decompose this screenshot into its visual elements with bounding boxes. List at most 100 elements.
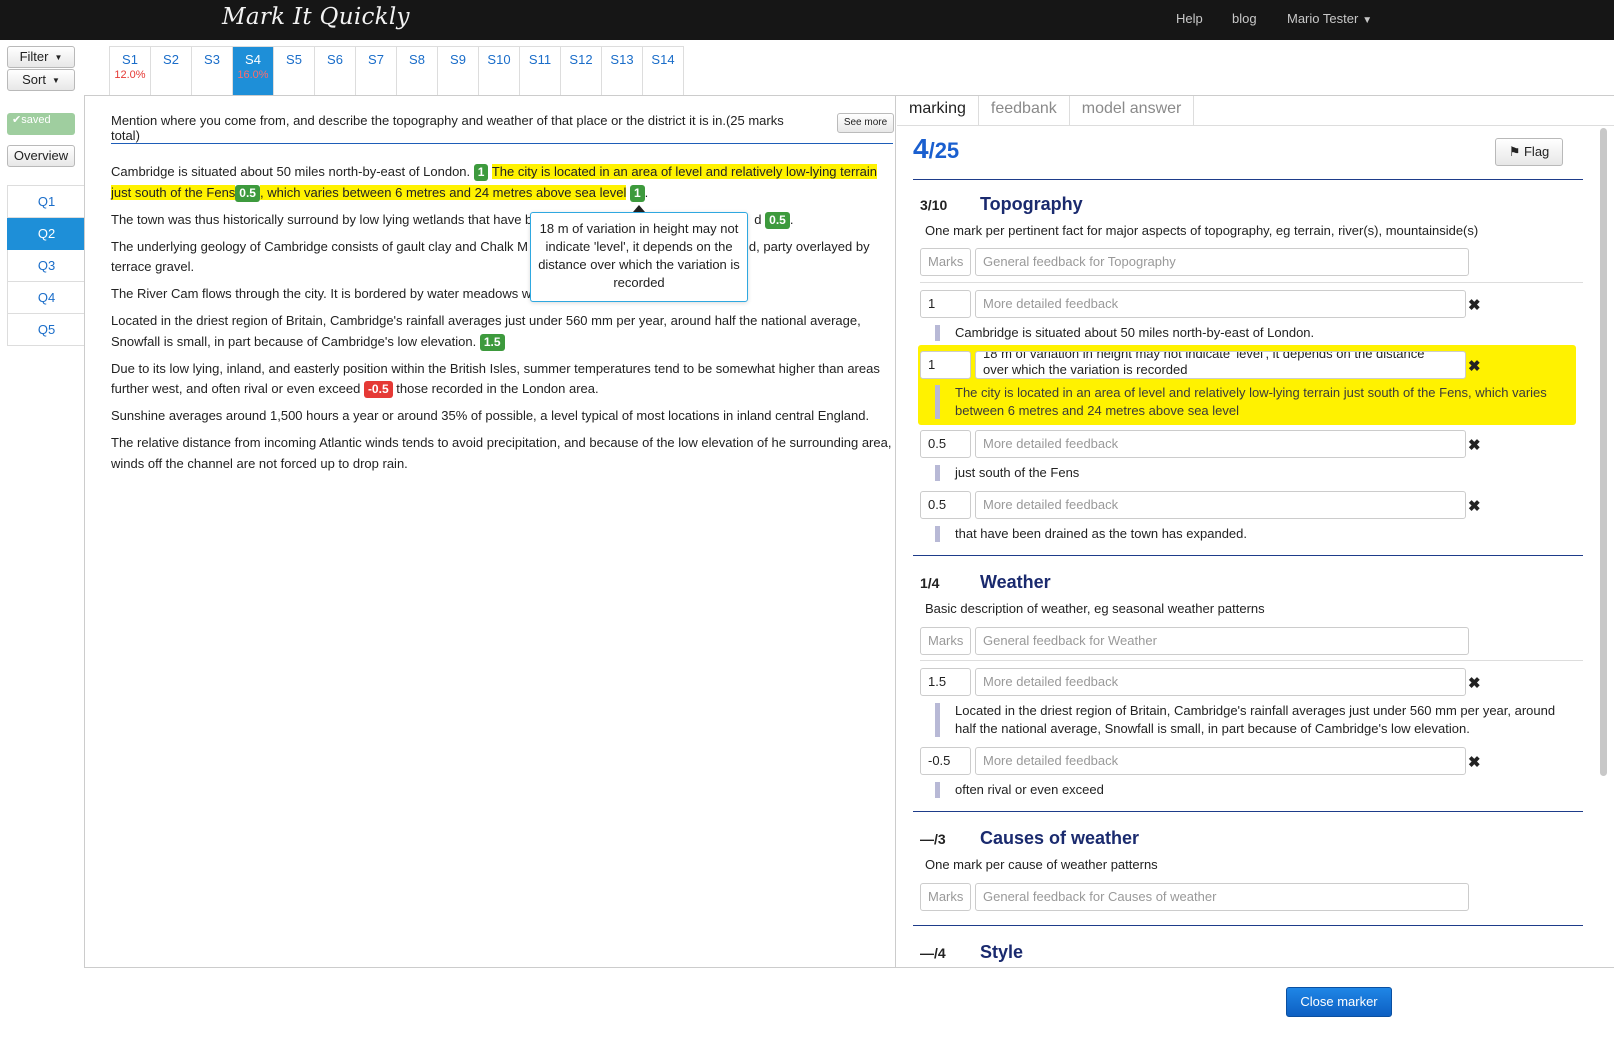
student-tab[interactable]: S9 bbox=[438, 46, 479, 95]
filter-button[interactable]: Filter ▼ bbox=[7, 46, 75, 68]
remove-icon[interactable]: ✖ bbox=[1468, 357, 1481, 375]
section-score: —/4 bbox=[920, 945, 946, 961]
close-marker-button[interactable]: Close marker bbox=[1286, 987, 1392, 1017]
sort-button[interactable]: Sort ▼ bbox=[7, 69, 75, 91]
student-tab[interactable]: S5 bbox=[274, 46, 315, 95]
detailed-feedback-input[interactable]: More detailed feedback bbox=[975, 430, 1466, 458]
student-tab-label: S10 bbox=[487, 52, 511, 67]
check-icon: ✔ bbox=[12, 114, 22, 126]
section-description: Basic description of weather, eg seasona… bbox=[925, 601, 1265, 616]
filter-label: Filter bbox=[19, 49, 49, 64]
remove-icon[interactable]: ✖ bbox=[1468, 753, 1481, 771]
scrollbar[interactable] bbox=[1600, 128, 1607, 776]
student-tab[interactable]: S4 16.0% bbox=[233, 46, 274, 95]
remove-icon[interactable]: ✖ bbox=[1468, 296, 1481, 314]
remove-icon[interactable]: ✖ bbox=[1468, 674, 1481, 692]
section-title: Weather bbox=[980, 572, 1051, 592]
student-tab[interactable]: S12 bbox=[561, 46, 602, 95]
flag-label: Flag bbox=[1523, 144, 1550, 159]
answer-text: The town was thus historically surround … bbox=[111, 211, 533, 227]
student-tab-percent: 16.0% bbox=[237, 69, 269, 81]
item-marks-input[interactable]: 1 bbox=[920, 351, 971, 379]
answer-text: The relative distance from incoming Atla… bbox=[111, 435, 892, 471]
quoted-answer: The city is located in an area of level … bbox=[935, 384, 1555, 420]
remove-icon[interactable]: ✖ bbox=[1468, 436, 1481, 454]
help-link[interactable]: Help bbox=[1176, 11, 1203, 26]
question-item-q1[interactable]: Q1 bbox=[7, 186, 85, 218]
brand-logo[interactable]: Mark It Quickly bbox=[222, 4, 410, 30]
student-tab[interactable]: S6 bbox=[315, 46, 356, 95]
answer-text: those recorded in the London area. bbox=[396, 381, 599, 396]
student-tab[interactable]: S3 bbox=[192, 46, 233, 95]
student-tab-label: S2 bbox=[163, 52, 179, 67]
section-score: 1/4 bbox=[920, 575, 940, 591]
section-marks-input[interactable]: Marks bbox=[920, 883, 971, 911]
mark-badge[interactable]: 1 bbox=[473, 164, 489, 181]
mark-badge[interactable]: 1 bbox=[629, 184, 645, 202]
remove-icon[interactable]: ✖ bbox=[1468, 497, 1481, 515]
detailed-feedback-input[interactable]: More detailed feedback bbox=[975, 290, 1466, 318]
tab-model-answer[interactable]: model answer bbox=[1070, 96, 1195, 125]
divider bbox=[920, 282, 1583, 283]
question-item-q3[interactable]: Q3 bbox=[7, 250, 85, 282]
answer-paragraph: The River Cam flows through the city. It… bbox=[111, 284, 893, 305]
section-marks-input[interactable]: Marks bbox=[920, 627, 971, 655]
item-marks-input[interactable]: -0.5 bbox=[920, 747, 971, 775]
answer-paragraph: Sunshine averages around 1,500 hours a y… bbox=[111, 406, 893, 427]
flag-button[interactable]: ⚑ Flag bbox=[1495, 138, 1563, 166]
student-tab[interactable]: S8 bbox=[397, 46, 438, 95]
question-item-q5[interactable]: Q5 bbox=[7, 314, 85, 346]
detailed-feedback-input[interactable]: More detailed feedback bbox=[975, 747, 1466, 775]
section-score: —/3 bbox=[920, 831, 946, 847]
student-tab[interactable]: S7 bbox=[356, 46, 397, 95]
mark-badge[interactable]: 0.5 bbox=[235, 184, 260, 202]
question-item-q4[interactable]: Q4 bbox=[7, 282, 85, 314]
section-description: One mark per cause of weather patterns bbox=[925, 857, 1158, 872]
section-divider bbox=[913, 811, 1583, 812]
general-feedback-input[interactable]: General feedback for Causes of weather bbox=[975, 883, 1469, 911]
item-marks-input[interactable]: 0.5 bbox=[920, 491, 971, 519]
answer-paragraph: Cambridge is situated about 50 miles nor… bbox=[111, 164, 877, 202]
student-tab[interactable]: S13 bbox=[602, 46, 643, 95]
overview-button[interactable]: Overview bbox=[7, 145, 75, 167]
student-tab[interactable]: S11 bbox=[520, 46, 561, 95]
blog-link[interactable]: blog bbox=[1232, 11, 1257, 26]
answer-text: d bbox=[754, 211, 762, 227]
mark-badge[interactable]: 0.5 bbox=[765, 211, 790, 229]
section-marks-input[interactable]: Marks bbox=[920, 248, 971, 276]
feedback-tooltip: 18 m of variation in height may not indi… bbox=[530, 212, 748, 302]
student-tab[interactable]: S14 bbox=[643, 46, 684, 95]
item-marks-input[interactable]: 0.5 bbox=[920, 430, 971, 458]
mark-badge[interactable]: 1.5 bbox=[479, 333, 505, 351]
section-divider bbox=[913, 925, 1583, 926]
general-feedback-input[interactable]: General feedback for Weather bbox=[975, 627, 1469, 655]
answer-text: The underlying geology of Cambridge cons… bbox=[111, 238, 528, 254]
feedback-line: 18 m of variation in height may not indi… bbox=[983, 351, 1425, 361]
tab-feedbank[interactable]: feedbank bbox=[979, 96, 1070, 125]
answer-paragraph: Located in the driest region of Britain,… bbox=[111, 311, 893, 352]
marking-tabs: marking feedbank model answer bbox=[897, 96, 1195, 126]
question-item-q2[interactable]: Q2 bbox=[7, 218, 85, 250]
detailed-feedback-input[interactable]: More detailed feedback bbox=[975, 668, 1466, 696]
student-tab[interactable]: S1 12.0% bbox=[110, 46, 151, 95]
divider bbox=[111, 143, 893, 144]
student-tabs: S1 12.0% S2 S3 S4 16.0% S5 S6 S7 S8 S9 S10… bbox=[109, 46, 684, 95]
item-marks-input[interactable]: 1.5 bbox=[920, 668, 971, 696]
feedback-line: over which the variation is recorded bbox=[983, 362, 1188, 377]
detailed-feedback-input[interactable]: 18 m of variation in height may not indi… bbox=[975, 351, 1466, 379]
tab-marking[interactable]: marking bbox=[897, 96, 979, 125]
detailed-feedback-input[interactable]: More detailed feedback bbox=[975, 491, 1466, 519]
see-more-button[interactable]: See more bbox=[837, 113, 894, 133]
answer-paragraph: The town was thus historically surround … bbox=[111, 211, 794, 229]
total-score: 4/25 bbox=[913, 133, 959, 165]
mark-badge-negative[interactable]: -0.5 bbox=[363, 381, 393, 398]
user-menu[interactable]: Mario Tester ▼ bbox=[1287, 11, 1372, 26]
item-marks-input[interactable]: 1 bbox=[920, 290, 971, 318]
student-tab[interactable]: S10 bbox=[479, 46, 520, 95]
quoted-answer: that have been drained as the town has e… bbox=[935, 525, 1247, 543]
quoted-answer: just south of the Fens bbox=[935, 464, 1079, 482]
highlighted-text[interactable]: , which varies between 6 metres and 24 m… bbox=[259, 184, 627, 200]
student-tab[interactable]: S2 bbox=[151, 46, 192, 95]
general-feedback-input[interactable]: General feedback for Topography bbox=[975, 248, 1469, 276]
section-divider bbox=[913, 179, 1583, 180]
